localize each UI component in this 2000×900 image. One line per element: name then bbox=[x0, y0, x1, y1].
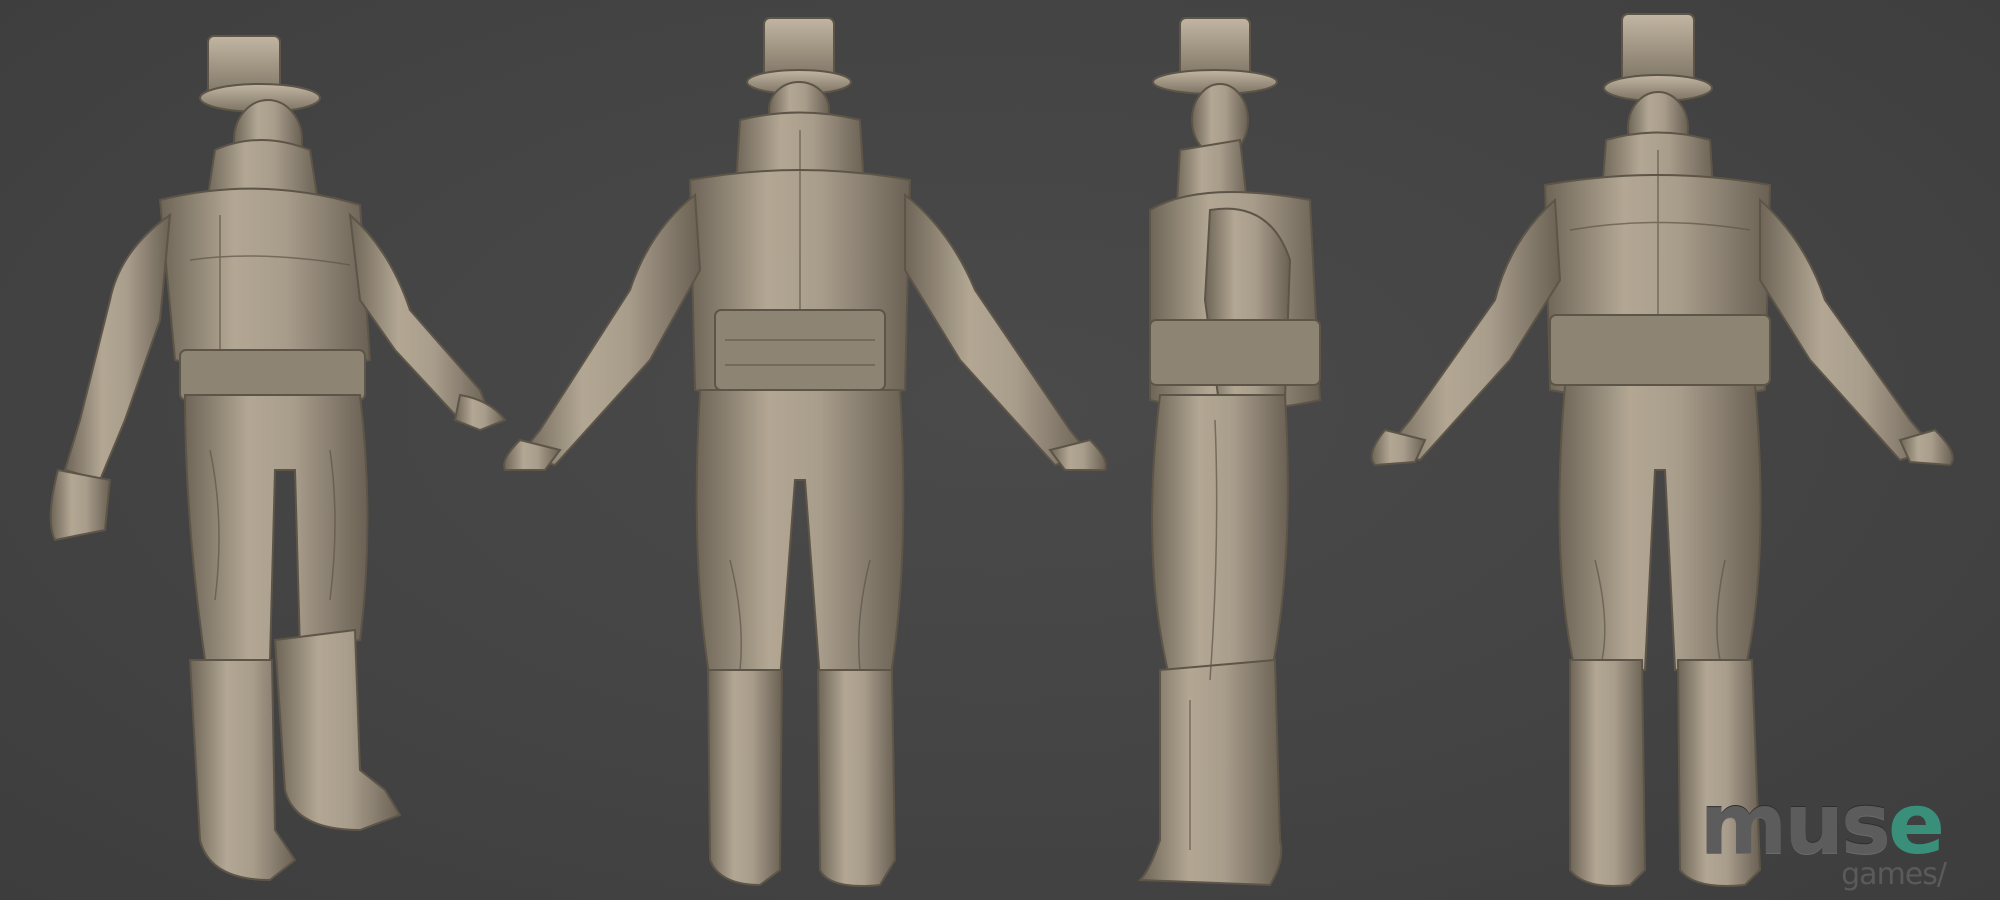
render-canvas: muse games/ bbox=[0, 0, 2000, 900]
character-view-side bbox=[1120, 0, 1360, 900]
character-view-three-quarter bbox=[10, 0, 510, 900]
character-view-back bbox=[500, 0, 1120, 900]
muse-games-logo: muse games/ bbox=[1682, 776, 1982, 896]
logo-subtitle: games/ bbox=[1841, 857, 1947, 892]
character-view-front bbox=[1370, 0, 1970, 900]
logo-wordmark: muse bbox=[1700, 782, 1945, 866]
